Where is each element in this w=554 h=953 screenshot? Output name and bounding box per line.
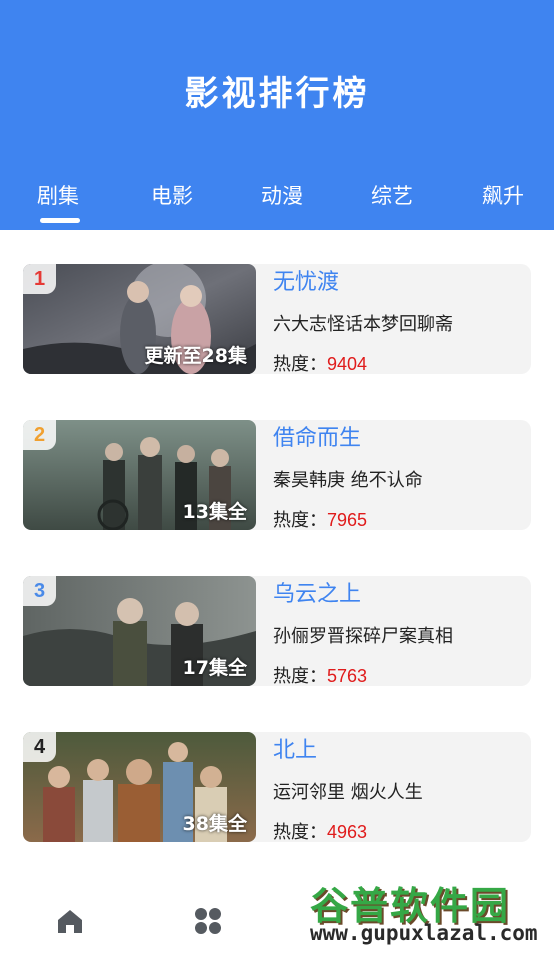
home-icon[interactable] — [56, 907, 84, 939]
rank-badge: 3 — [23, 576, 56, 606]
grid-icon[interactable] — [194, 907, 222, 939]
poster-thumbnail[interactable]: 1 更新至28集 — [23, 264, 256, 374]
heat-label: 热度： — [273, 510, 327, 531]
heat-score: 热度：9404 — [273, 350, 367, 376]
episode-status: 更新至28集 — [144, 345, 247, 367]
poster-thumbnail[interactable]: 4 38集全 — [23, 732, 256, 842]
watermark-url: www.gupuxlazal.com — [310, 921, 538, 945]
episode-status: 17集全 — [182, 657, 247, 679]
heat-score: 热度：7965 — [273, 506, 367, 532]
show-description: 运河邻里 烟火人生 — [273, 782, 423, 803]
heat-value: 5763 — [327, 666, 368, 686]
episode-status: 38集全 — [182, 813, 247, 835]
show-description: 秦昊韩庚 绝不认命 — [273, 470, 423, 491]
rank-badge: 2 — [23, 420, 56, 450]
app-header: 影视排行榜 剧集 电影 动漫 综艺 飙升 — [0, 0, 554, 230]
tab-movies[interactable]: 电影 — [127, 180, 217, 210]
poster-thumbnail[interactable]: 2 13集全 — [23, 420, 256, 530]
heat-label: 热度： — [273, 666, 327, 687]
tab-rising[interactable]: 飙升 — [458, 180, 548, 210]
show-title[interactable]: 无忧渡 — [273, 264, 339, 296]
list-item[interactable]: 1 更新至28集 无忧渡 六大志怪话本梦回聊斋 热度：9404 — [23, 264, 531, 376]
heat-value: 4963 — [327, 822, 368, 842]
category-tabs: 剧集 电影 动漫 综艺 飙升 — [0, 172, 554, 230]
heat-label: 热度： — [273, 822, 327, 843]
show-title[interactable]: 北上 — [273, 732, 317, 764]
heat-value: 9404 — [327, 354, 368, 374]
heat-score: 热度：5763 — [273, 662, 367, 688]
rank-badge: 4 — [23, 732, 56, 762]
show-title[interactable]: 借命而生 — [273, 420, 361, 452]
show-description: 六大志怪话本梦回聊斋 — [273, 314, 453, 335]
active-tab-indicator — [40, 218, 80, 223]
show-description: 孙俪罗晋探碎尸案真相 — [273, 626, 453, 647]
tab-anime[interactable]: 动漫 — [237, 180, 327, 210]
heat-score: 热度：4963 — [273, 818, 367, 844]
heat-label: 热度： — [273, 354, 327, 375]
poster-thumbnail[interactable]: 3 17集全 — [23, 576, 256, 686]
watermark: 谷普软件园 www.gupuxlazal.com — [304, 865, 554, 953]
episode-status: 13集全 — [182, 501, 247, 523]
heat-value: 7965 — [327, 510, 368, 530]
list-item[interactable]: 4 38集全 北上 运河邻里 烟火人生 热度：4963 — [23, 732, 531, 844]
page-title: 影视排行榜 — [184, 74, 370, 114]
list-item[interactable]: 3 17集全 乌云之上 孙俪罗晋探碎尸案真相 热度：5763 — [23, 576, 531, 688]
list-item[interactable]: 2 13集全 借命而生 秦昊韩庚 绝不认命 热度：7965 — [23, 420, 531, 532]
tab-variety[interactable]: 综艺 — [347, 180, 437, 210]
tab-series[interactable]: 剧集 — [13, 180, 103, 210]
rank-badge: 1 — [23, 264, 56, 294]
show-title[interactable]: 乌云之上 — [273, 576, 361, 608]
